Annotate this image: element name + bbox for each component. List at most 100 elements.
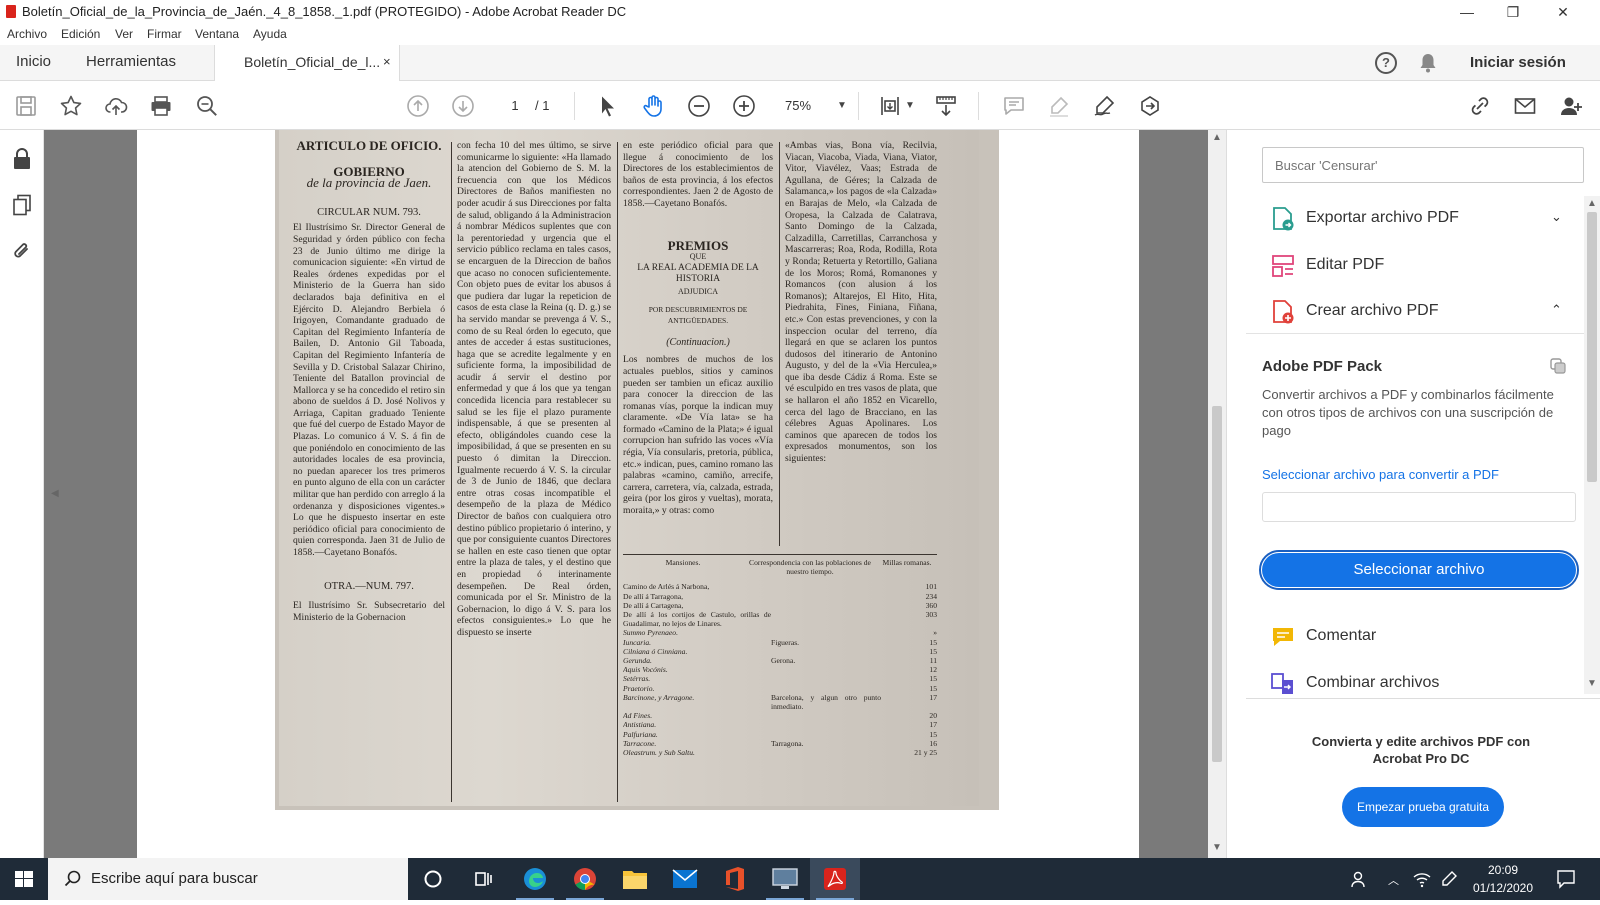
bookmark-star-icon[interactable] — [57, 92, 85, 120]
menu-ayuda[interactable]: Ayuda — [253, 27, 287, 41]
upload-cloud-icon[interactable] — [102, 92, 130, 120]
scroll-up-icon[interactable]: ▲ — [1212, 132, 1222, 143]
table-cell — [771, 647, 881, 656]
scroll-down-icon[interactable]: ▼ — [1212, 842, 1222, 853]
scanned-newspaper-page: ARTICULO DE OFICIO. GOBIERNO de la provi… — [275, 130, 999, 810]
combine-files-icon — [1270, 671, 1296, 697]
tab-home[interactable]: Inicio — [16, 53, 51, 70]
collapse-left-panel-icon[interactable]: ◀ — [51, 488, 59, 499]
scroll-down-icon[interactable]: ▼ — [1587, 678, 1597, 689]
sign-in-button[interactable]: Iniciar sesión — [1470, 54, 1566, 71]
document-scrollbar[interactable]: ▲ ▼ — [1208, 130, 1226, 858]
highlight-pen-icon[interactable] — [1045, 92, 1073, 120]
tool-combine-files[interactable]: Combinar archivos — [1270, 663, 1580, 703]
table-cell: Tarragona. — [771, 738, 804, 748]
notifications-bell-icon[interactable] — [1418, 52, 1438, 74]
menu-archivo[interactable]: Archivo — [7, 27, 47, 41]
find-zoom-icon[interactable] — [193, 92, 221, 120]
tools-search-input[interactable] — [1262, 147, 1584, 183]
notification-center-icon[interactable] — [1556, 869, 1576, 894]
menu-ventana[interactable]: Ventana — [195, 27, 239, 41]
zoom-out-icon[interactable] — [685, 92, 713, 120]
scroll-up-icon[interactable]: ▲ — [1587, 198, 1597, 209]
table-cell: Barcelona, y algun otro punto inmediato. — [771, 692, 881, 712]
comment-icon[interactable] — [1000, 92, 1028, 120]
tool-create-pdf[interactable]: Crear archivo PDF ⌃ — [1270, 291, 1580, 331]
close-button[interactable]: ✕ — [1540, 0, 1586, 24]
newspaper-column-1: ARTICULO DE OFICIO. GOBIERNO de la provi… — [293, 140, 445, 800]
select-cursor-icon[interactable] — [594, 92, 622, 120]
minimize-button[interactable]: — — [1444, 0, 1490, 24]
screen-app-icon[interactable] — [760, 858, 810, 900]
tool-export-pdf[interactable]: Exportar archivo PDF ⌄ — [1270, 198, 1580, 238]
maximize-button[interactable]: ❐ — [1490, 0, 1536, 24]
file-explorer-icon[interactable] — [610, 858, 660, 900]
pages-thumbnails-icon[interactable] — [12, 194, 32, 221]
menu-edicion[interactable]: Edición — [61, 27, 100, 41]
chevron-down-icon[interactable]: ⌄ — [1551, 209, 1562, 225]
task-view-icon[interactable] — [458, 858, 508, 900]
save-icon[interactable] — [12, 92, 40, 120]
start-trial-button[interactable]: Empezar prueba gratuita — [1342, 787, 1504, 827]
acrobat-reader-taskbar-icon[interactable] — [810, 858, 860, 900]
print-icon[interactable] — [147, 92, 175, 120]
table-cell — [771, 730, 881, 739]
attachment-paperclip-icon[interactable] — [12, 240, 32, 267]
page-fit-icon[interactable] — [876, 92, 904, 120]
add-user-icon[interactable] — [1557, 92, 1585, 120]
email-icon[interactable] — [1511, 92, 1539, 120]
table-row: Antistiana. 17 — [623, 720, 939, 729]
newspaper-column-4: «Ambas vias, Bona vía, Recilvia, Viacan,… — [785, 140, 937, 550]
help-icon[interactable]: ? — [1375, 52, 1397, 74]
chevron-up-icon[interactable]: ︿ — [1388, 872, 1399, 888]
tools-pane-scrollbar[interactable]: ▲ ▼ — [1584, 196, 1600, 694]
taskbar-clock[interactable]: 20:09 01/12/2020 — [1468, 861, 1538, 897]
tab-tools[interactable]: Herramientas — [86, 53, 176, 70]
next-page-icon[interactable] — [449, 92, 477, 120]
office-icon[interactable] — [710, 858, 760, 900]
selected-file-field[interactable] — [1262, 492, 1576, 522]
table-cell — [771, 748, 881, 757]
zoom-in-icon[interactable] — [730, 92, 758, 120]
sign-pen-icon[interactable] — [1090, 92, 1118, 120]
page-number-input[interactable]: 1 — [495, 94, 535, 118]
article-text: «Ambas vias, Bona vía, Recilvia, Viacan,… — [785, 140, 937, 465]
table-row: Praetorio. 15 — [623, 684, 939, 693]
table-row: Palfuriana. 15 — [623, 730, 939, 739]
zoom-select[interactable]: 75% ▼ — [785, 94, 855, 118]
scroll-mode-icon[interactable] — [932, 92, 960, 120]
table-cell — [771, 592, 881, 601]
windows-start-button[interactable] — [0, 858, 48, 900]
mail-icon[interactable] — [660, 858, 710, 900]
tool-edit-pdf[interactable]: Editar PDF — [1270, 245, 1580, 285]
tool-label: Comentar — [1306, 627, 1377, 644]
tool-comment[interactable]: Comentar — [1270, 616, 1580, 656]
wifi-icon[interactable] — [1412, 870, 1432, 893]
tab-document[interactable]: Boletín_Oficial_de_l... × — [214, 45, 400, 81]
select-file-button[interactable]: Seleccionar archivo — [1259, 550, 1579, 590]
chrome-browser-icon[interactable] — [560, 858, 610, 900]
menu-firmar[interactable]: Firmar — [147, 27, 182, 41]
select-file-link[interactable]: Seleccionar archivo para convertir a PDF — [1262, 467, 1499, 482]
previous-page-icon[interactable] — [404, 92, 432, 120]
lock-icon[interactable] — [12, 148, 32, 175]
table-cell — [771, 674, 881, 683]
article-heading: CIRCULAR NUM. 793. — [317, 206, 421, 218]
people-icon[interactable] — [1350, 870, 1368, 893]
scrollbar-thumb[interactable] — [1587, 212, 1597, 482]
hand-tool-icon[interactable] — [639, 92, 667, 120]
table-row: Gerunda. Gerona. 11 — [623, 656, 939, 665]
taskbar-search-placeholder: Escribe aquí para buscar — [91, 870, 258, 887]
chevron-down-icon[interactable]: ▼ — [905, 100, 915, 111]
pen-workspace-icon[interactable] — [1440, 870, 1458, 893]
tab-close-icon[interactable]: × — [383, 54, 391, 69]
scrollbar-thumb[interactable] — [1212, 406, 1222, 762]
article-heading: de la provincia de Jaen. — [306, 175, 432, 191]
chevron-up-icon[interactable]: ⌃ — [1551, 302, 1562, 318]
cortana-icon[interactable] — [408, 858, 458, 900]
share-tools-icon[interactable] — [1136, 92, 1164, 120]
edge-browser-icon[interactable] — [510, 858, 560, 900]
menu-ver[interactable]: Ver — [115, 27, 133, 41]
taskbar-search-box[interactable]: Escribe aquí para buscar — [48, 858, 408, 900]
share-link-icon[interactable] — [1466, 92, 1494, 120]
